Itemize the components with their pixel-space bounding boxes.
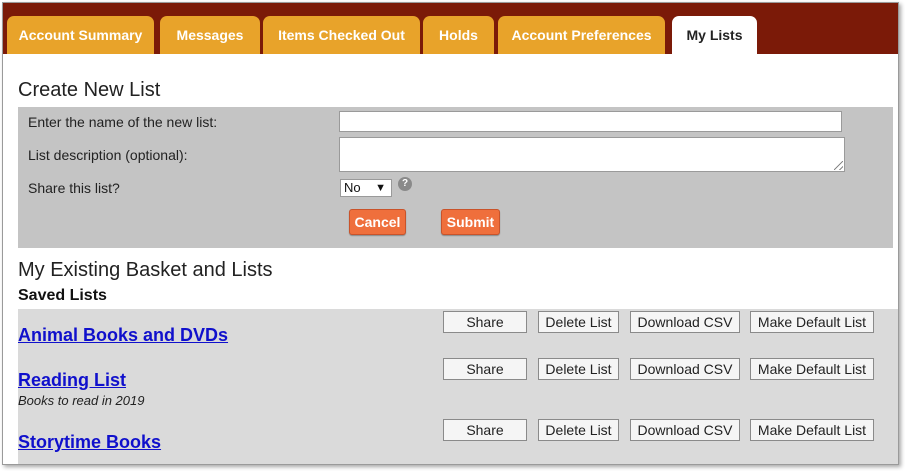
- my-lists-page: Account Summary Messages Items Checked O…: [2, 2, 899, 465]
- tab-my-lists[interactable]: My Lists: [672, 16, 757, 54]
- dropdown-arrow-icon: ▼: [375, 182, 386, 194]
- share-list-button[interactable]: Share: [443, 358, 527, 380]
- cancel-button[interactable]: Cancel: [349, 209, 406, 235]
- download-csv-button[interactable]: Download CSV: [630, 419, 740, 441]
- make-default-list-button[interactable]: Make Default List: [750, 419, 874, 441]
- share-list-button[interactable]: Share: [443, 311, 527, 333]
- share-list-button[interactable]: Share: [443, 419, 527, 441]
- tab-account-preferences[interactable]: Account Preferences: [498, 16, 665, 54]
- account-tab-bar: Account Summary Messages Items Checked O…: [3, 3, 898, 54]
- list-link-reading-list[interactable]: Reading List: [18, 370, 126, 391]
- make-default-list-button[interactable]: Make Default List: [750, 358, 874, 380]
- saved-lists-panel: Animal Books and DVDs Share Delete List …: [18, 309, 898, 464]
- submit-button[interactable]: Submit: [441, 209, 500, 235]
- list-link-animal-books[interactable]: Animal Books and DVDs: [18, 325, 228, 346]
- question-icon[interactable]: ?: [398, 177, 412, 191]
- download-csv-button[interactable]: Download CSV: [630, 358, 740, 380]
- make-default-list-button[interactable]: Make Default List: [750, 311, 874, 333]
- tab-messages[interactable]: Messages: [160, 16, 260, 54]
- saved-lists-heading: Saved Lists: [18, 287, 107, 304]
- create-list-title: Create New List: [18, 79, 161, 101]
- delete-list-button[interactable]: Delete List: [538, 358, 619, 380]
- share-list-label: Share this list?: [28, 180, 120, 196]
- tab-holds[interactable]: Holds: [423, 16, 494, 54]
- download-csv-button[interactable]: Download CSV: [630, 311, 740, 333]
- list-name-label: Enter the name of the new list:: [28, 114, 218, 130]
- tab-items-checked-out[interactable]: Items Checked Out: [263, 16, 420, 54]
- share-list-select[interactable]: No ▼: [340, 179, 392, 197]
- list-description-text: Books to read in 2019: [18, 393, 145, 408]
- create-list-form: Enter the name of the new list: List des…: [18, 107, 893, 248]
- delete-list-button[interactable]: Delete List: [538, 311, 619, 333]
- list-link-storytime-books[interactable]: Storytime Books: [18, 432, 161, 453]
- delete-list-button[interactable]: Delete List: [538, 419, 619, 441]
- list-name-input[interactable]: [339, 111, 842, 132]
- tab-account-summary[interactable]: Account Summary: [7, 16, 154, 54]
- share-list-selected-value: No: [344, 180, 361, 195]
- list-description-label: List description (optional):: [28, 147, 188, 163]
- existing-lists-title: My Existing Basket and Lists: [18, 259, 273, 281]
- list-description-textarea[interactable]: [339, 137, 845, 172]
- resize-grip-icon[interactable]: [834, 161, 843, 170]
